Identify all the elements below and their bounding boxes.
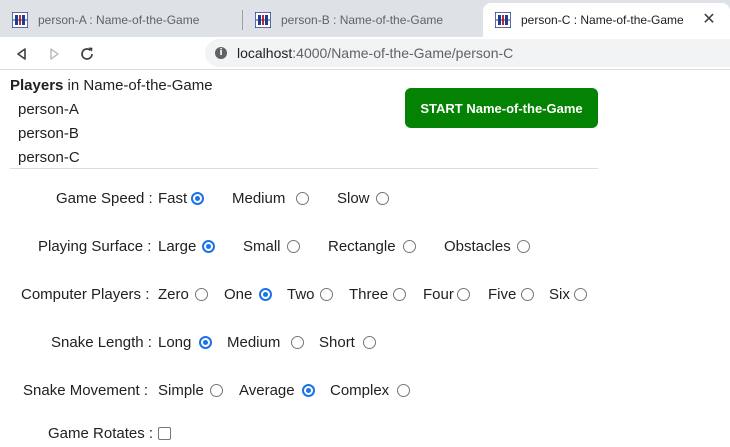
close-tab-icon[interactable]: ✕ xyxy=(700,11,718,29)
start-game-button[interactable]: START Name-of-the-Game xyxy=(405,88,598,128)
reload-button[interactable] xyxy=(76,43,98,65)
choice-label[interactable]: Five xyxy=(488,286,516,303)
app-favicon-icon xyxy=(255,12,271,28)
radio-game-speed-slow[interactable] xyxy=(376,192,389,205)
forward-arrow-icon xyxy=(50,48,59,60)
option-row-snake-movement: Snake Movement : Simple Average Complex xyxy=(0,382,730,404)
game-speed-label: Game Speed : xyxy=(56,190,153,207)
app-favicon-icon xyxy=(12,12,28,28)
option-row-game-speed: Game Speed : Fast Medium Slow xyxy=(0,190,730,212)
snake-length-label: Snake Length : xyxy=(51,334,152,351)
game-rotates-checkbox[interactable] xyxy=(158,427,171,440)
choice-label[interactable]: Six xyxy=(549,286,570,303)
player-list-item: person-A xyxy=(18,101,79,118)
radio-length-long[interactable] xyxy=(199,336,212,349)
address-bar[interactable]: i localhost:4000/Name-of-the-Game/person… xyxy=(205,39,730,67)
choice-label[interactable]: Long xyxy=(158,334,191,351)
tab-title: person-C : Name-of-the-Game xyxy=(521,13,684,27)
choice-label[interactable]: Large xyxy=(158,238,196,255)
app-favicon-icon xyxy=(495,12,511,28)
option-row-game-rotates: Game Rotates : xyxy=(0,425,730,447)
tab-strip: person-A : Name-of-the-Game person-B : N… xyxy=(0,0,730,37)
choice-label[interactable]: Complex xyxy=(330,382,389,399)
radio-players-zero[interactable] xyxy=(195,288,208,301)
radio-surface-obstacles[interactable] xyxy=(517,240,530,253)
choice-label[interactable]: Three xyxy=(349,286,388,303)
choice-label[interactable]: Two xyxy=(287,286,315,303)
tab-person-a[interactable]: person-A : Name-of-the-Game xyxy=(0,3,242,37)
choice-label[interactable]: Medium xyxy=(232,190,285,207)
radio-players-four[interactable] xyxy=(457,288,470,301)
url-text: localhost:4000/Name-of-the-Game/person-C xyxy=(237,45,514,61)
player-list-item: person-C xyxy=(18,149,80,166)
site-info-icon[interactable]: i xyxy=(215,47,227,59)
radio-movement-complex[interactable] xyxy=(397,384,410,397)
option-row-snake-length: Snake Length : Long Medium Short xyxy=(0,334,730,356)
choice-label[interactable]: Short xyxy=(319,334,355,351)
radio-movement-average[interactable] xyxy=(302,384,315,397)
radio-players-two[interactable] xyxy=(320,288,333,301)
divider xyxy=(10,168,598,169)
browser-toolbar: i localhost:4000/Name-of-the-Game/person… xyxy=(0,37,730,70)
choice-label[interactable]: Obstacles xyxy=(444,238,511,255)
radio-players-five[interactable] xyxy=(521,288,534,301)
reload-icon xyxy=(81,47,93,60)
players-heading: Players in Name-of-the-Game xyxy=(10,77,213,94)
choice-label[interactable]: Four xyxy=(423,286,454,303)
game-rotates-label: Game Rotates : xyxy=(48,425,154,442)
radio-players-six[interactable] xyxy=(574,288,587,301)
playing-surface-label: Playing Surface : xyxy=(38,238,152,255)
option-row-playing-surface: Playing Surface : Large Small Rectangle … xyxy=(0,238,730,260)
back-button[interactable] xyxy=(11,43,33,65)
radio-players-three[interactable] xyxy=(393,288,406,301)
tab-person-b[interactable]: person-B : Name-of-the-Game xyxy=(243,3,481,37)
player-list-item: person-B xyxy=(18,125,79,142)
radio-surface-large[interactable] xyxy=(202,240,215,253)
choice-label[interactable]: Zero xyxy=(158,286,189,303)
choice-label[interactable]: Average xyxy=(239,382,295,399)
computer-players-label: Computer Players : xyxy=(21,286,150,303)
option-row-computer-players: Computer Players : Zero One Two Three Fo… xyxy=(0,286,730,308)
tab-person-c[interactable]: person-C : Name-of-the-Game ✕ xyxy=(483,3,730,37)
radio-length-medium[interactable] xyxy=(291,336,304,349)
radio-players-one[interactable] xyxy=(259,288,272,301)
players-heading-rest: in Name-of-the-Game xyxy=(63,77,213,94)
choice-label[interactable]: Rectangle xyxy=(328,238,396,255)
page-content: Players in Name-of-the-Game person-A per… xyxy=(0,70,730,445)
radio-surface-small[interactable] xyxy=(287,240,300,253)
choice-label[interactable]: Fast xyxy=(158,190,187,207)
radio-game-speed-fast[interactable] xyxy=(191,192,204,205)
radio-game-speed-medium[interactable] xyxy=(296,192,309,205)
players-heading-bold: Players xyxy=(10,77,64,94)
choice-label[interactable]: Small xyxy=(243,238,281,255)
tab-title: person-B : Name-of-the-Game xyxy=(281,13,444,27)
choice-label[interactable]: Simple xyxy=(158,382,204,399)
back-arrow-icon xyxy=(17,48,26,60)
choice-label[interactable]: Medium xyxy=(227,334,280,351)
radio-movement-simple[interactable] xyxy=(210,384,223,397)
choice-label[interactable]: One xyxy=(224,286,252,303)
snake-movement-label: Snake Movement : xyxy=(23,382,149,399)
radio-surface-rectangle[interactable] xyxy=(403,240,416,253)
radio-length-short[interactable] xyxy=(363,336,376,349)
tab-title: person-A : Name-of-the-Game xyxy=(38,13,200,27)
choice-label[interactable]: Slow xyxy=(337,190,370,207)
forward-button[interactable] xyxy=(43,43,65,65)
